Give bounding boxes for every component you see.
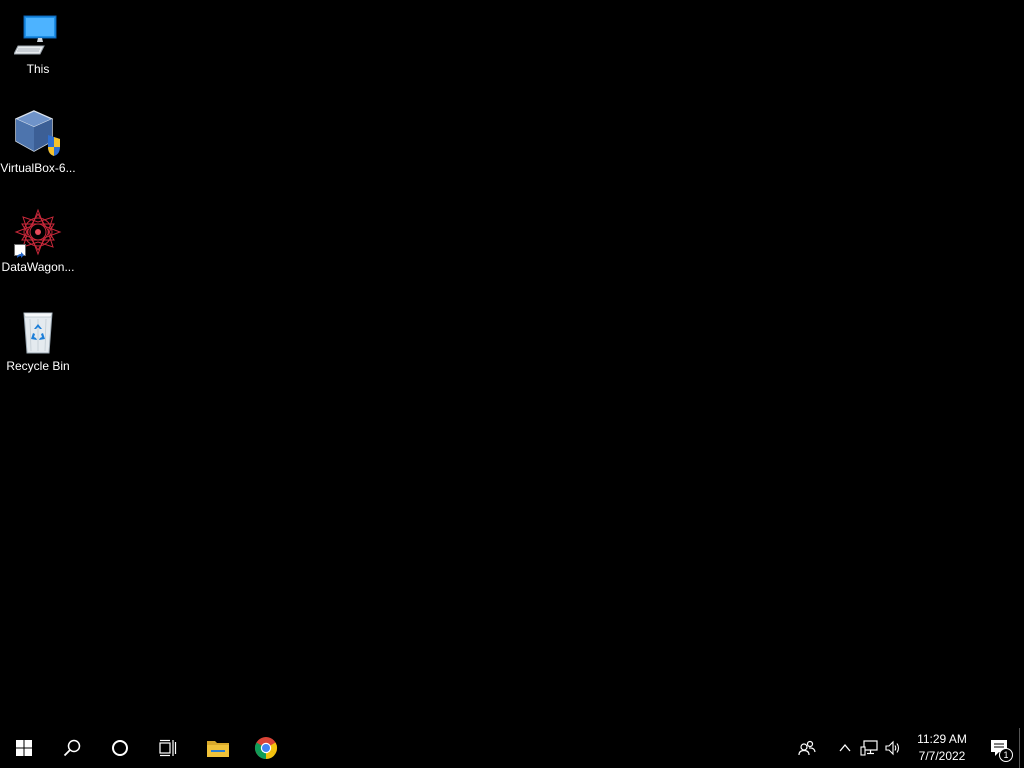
datawagon-shortcut-icon bbox=[14, 208, 62, 258]
windows-logo-icon bbox=[16, 740, 32, 756]
clock-time: 11:29 AM bbox=[917, 732, 967, 746]
desktop-icon-label: DataWagon... bbox=[1, 260, 75, 274]
action-center-button[interactable]: 1 bbox=[979, 728, 1019, 768]
virtualbox-installer-icon bbox=[14, 109, 62, 157]
desktop-icon-label: This bbox=[26, 62, 50, 76]
show-desktop-button[interactable] bbox=[1019, 728, 1024, 768]
network-button[interactable] bbox=[857, 728, 881, 768]
desktop-icon-label: Recycle Bin bbox=[6, 359, 70, 373]
people-button[interactable] bbox=[787, 728, 827, 768]
task-view-button[interactable] bbox=[144, 728, 192, 768]
shortcut-arrow-icon bbox=[14, 244, 26, 258]
chrome-icon bbox=[255, 737, 277, 759]
network-icon bbox=[860, 740, 878, 756]
desktop[interactable]: This VirtualBox-6... DataWagon... Recycl… bbox=[0, 0, 1024, 728]
desktop-icon-datawagon[interactable]: DataWagon... bbox=[0, 202, 76, 292]
desktop-icon-label: VirtualBox-6... bbox=[0, 161, 76, 175]
search-button[interactable] bbox=[48, 728, 96, 768]
volume-button[interactable] bbox=[881, 728, 905, 768]
cortana-button[interactable] bbox=[96, 728, 144, 768]
start-button[interactable] bbox=[0, 728, 48, 768]
file-explorer-button[interactable] bbox=[194, 728, 242, 768]
cortana-circle-icon bbox=[112, 740, 128, 756]
show-hidden-icons-button[interactable] bbox=[833, 728, 857, 768]
volume-icon bbox=[885, 740, 900, 756]
computer-icon bbox=[13, 10, 62, 58]
clock-date: 7/7/2022 bbox=[918, 749, 966, 763]
recycle-bin-icon bbox=[14, 307, 62, 355]
taskbar: 11:29 AM 7/7/2022 1 bbox=[0, 728, 1024, 768]
task-view-icon bbox=[159, 739, 177, 757]
chrome-button[interactable] bbox=[242, 728, 290, 768]
chevron-up-icon bbox=[839, 743, 851, 752]
desktop-icon-recycle-bin[interactable]: Recycle Bin bbox=[0, 301, 76, 391]
desktop-icon-this-pc[interactable]: This bbox=[0, 4, 76, 94]
desktop-icon-virtualbox[interactable]: VirtualBox-6... bbox=[0, 103, 76, 193]
notification-count-badge: 1 bbox=[999, 748, 1013, 762]
folder-icon bbox=[207, 741, 229, 757]
clock[interactable]: 11:29 AM 7/7/2022 bbox=[909, 728, 975, 768]
search-icon bbox=[63, 739, 81, 757]
people-icon bbox=[798, 740, 816, 756]
